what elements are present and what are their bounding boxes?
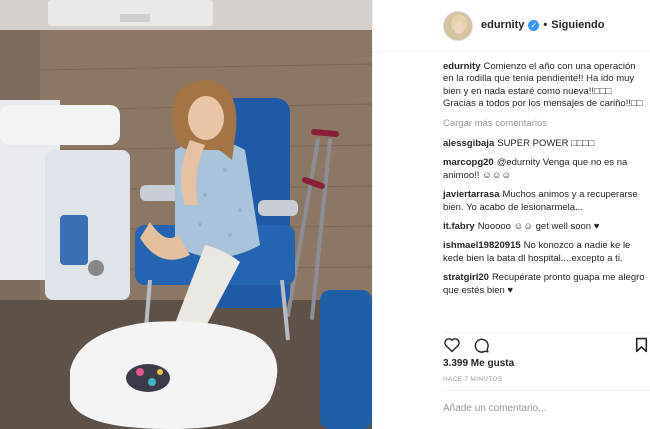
heart-outline-icon[interactable]	[443, 337, 461, 353]
comment-username[interactable]: stratgirl20	[443, 272, 489, 283]
comment-item: stratgirl20 Recupérate pronto guapa me al…	[443, 272, 645, 297]
comment-username[interactable]: it.fabry	[443, 221, 475, 232]
comment-username[interactable]: marcopg20	[443, 157, 494, 168]
caption: edurnity Comienzo el año con una operació…	[443, 61, 645, 111]
header-username[interactable]: edurnity	[481, 19, 524, 31]
likes-count[interactable]: 3.399 Me gusta	[443, 358, 514, 369]
add-comment-area	[443, 390, 650, 429]
comment-item: it.fabry Nooooo ☺☺ get well soon ♥	[443, 221, 645, 233]
post-panel: edurnity ✓ • Siguiendo edurnity Comienzo …	[372, 0, 650, 429]
hospital-photo-illustration	[0, 0, 372, 429]
avatar-face-icon	[444, 12, 472, 40]
post-photo[interactable]	[0, 0, 372, 429]
comment-item: javiertarrasa Muchos animos y a recuperar…	[443, 189, 645, 214]
post-header: edurnity ✓ • Siguiendo	[373, 0, 650, 52]
header-meta: edurnity ✓ • Siguiendo	[481, 19, 604, 31]
comment-item: marcopg20 @edurnity Venga que no es na an…	[443, 157, 645, 182]
avatar[interactable]	[443, 11, 473, 41]
comment-text: Nooooo ☺☺ get well soon ♥	[477, 221, 600, 233]
comment-username[interactable]: ishmael19820915	[443, 240, 521, 251]
action-bar	[443, 332, 650, 354]
separator-dot: •	[543, 19, 548, 31]
load-more-comments-link[interactable]: Cargar más comentarios	[443, 118, 645, 130]
comment-item: alessgibaja SUPER POWER □□□□	[443, 138, 645, 150]
caption-username[interactable]: edurnity	[443, 61, 480, 72]
comment-bubble-icon[interactable]	[473, 337, 490, 354]
comment-username[interactable]: alessgibaja	[443, 138, 494, 149]
comments-list: edurnity Comienzo el año con una operació…	[443, 61, 645, 304]
bookmark-icon[interactable]	[635, 337, 648, 353]
post-timestamp: HACE 7 MINUTOS	[443, 376, 503, 383]
verified-badge-icon: ✓	[528, 19, 540, 31]
comment-text: SUPER POWER □□□□	[497, 138, 595, 150]
add-comment-input[interactable]	[443, 403, 643, 414]
comment-username[interactable]: javiertarrasa	[443, 189, 500, 200]
following-button[interactable]: Siguiendo	[551, 19, 604, 31]
comment-item: ishmael19820915 No konozco a nadie ke le …	[443, 240, 645, 265]
instagram-post: edurnity ✓ • Siguiendo edurnity Comienzo …	[0, 0, 650, 429]
